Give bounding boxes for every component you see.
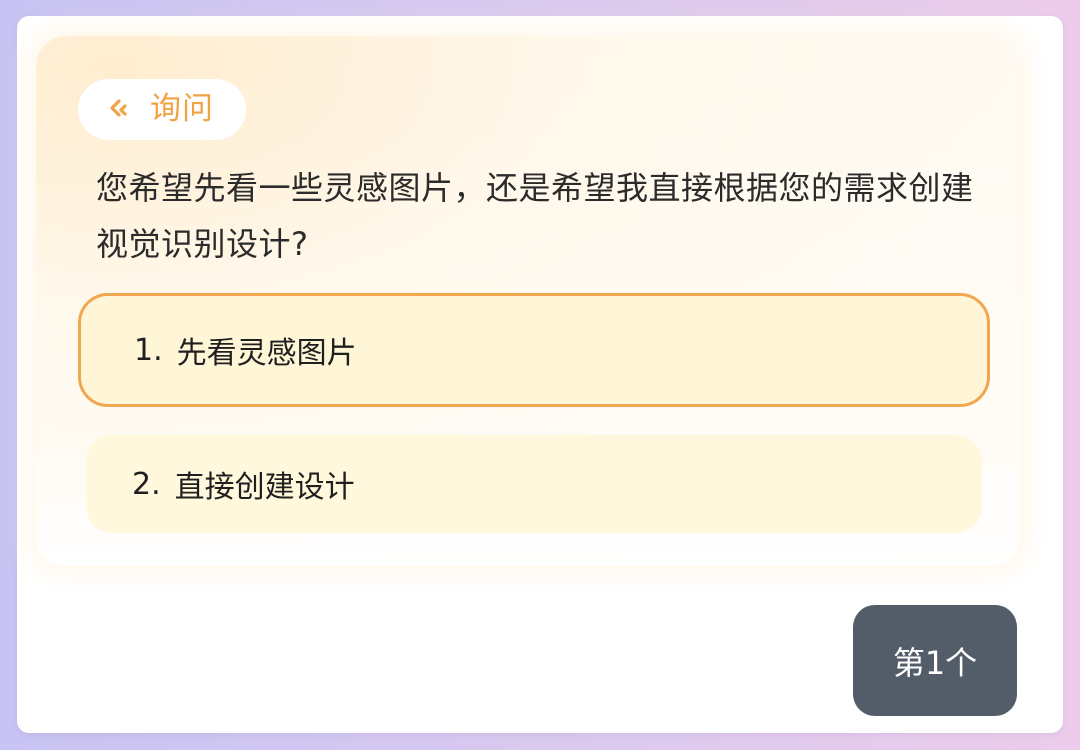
counter-button[interactable]: 第1个	[853, 605, 1017, 716]
question-text: 您希望先看一些灵感图片，还是希望我直接根据您的需求创建视觉识别设计?	[96, 169, 974, 263]
ask-tag: 询问	[78, 79, 246, 140]
option-inspiration-images[interactable]: 1. 先看灵感图片	[78, 293, 990, 407]
option-number: 2.	[132, 466, 161, 502]
option-create-design[interactable]: 2. 直接创建设计	[86, 435, 982, 533]
ask-tag-label: 询问	[150, 91, 214, 127]
option-label: 直接创建设计	[174, 470, 355, 505]
option-label: 先看灵感图片	[176, 336, 357, 371]
double-chevron-left-icon	[110, 99, 127, 117]
option-number: 1.	[134, 332, 163, 368]
